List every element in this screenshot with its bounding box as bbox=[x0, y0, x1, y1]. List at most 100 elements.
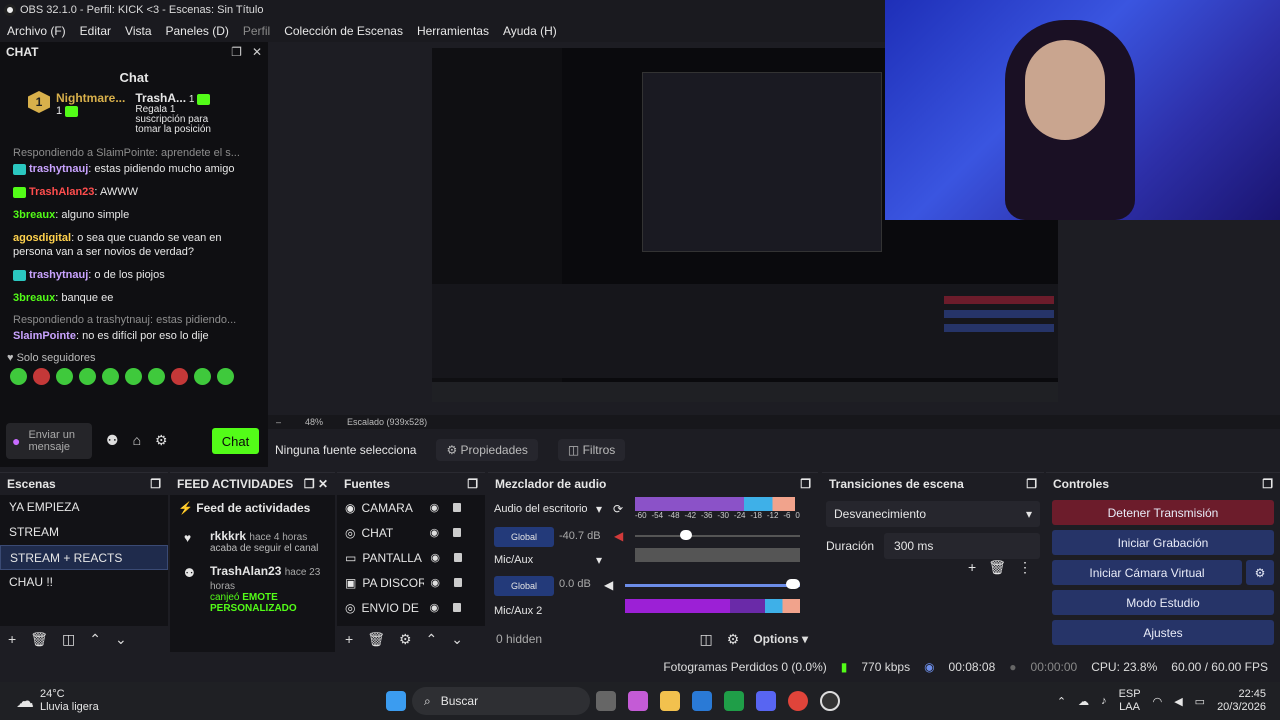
add-icon[interactable]: + bbox=[8, 631, 16, 647]
gear-icon[interactable]: ⚙ bbox=[1246, 560, 1274, 585]
excel-icon[interactable] bbox=[724, 691, 744, 711]
filters-button[interactable]: ◫ Filtros bbox=[557, 439, 626, 461]
menu-herramientas[interactable]: Herramientas bbox=[410, 24, 496, 38]
gear-icon[interactable]: ⚙ bbox=[399, 631, 412, 648]
chat-input[interactable]: ● Enviar un mensaje bbox=[6, 423, 92, 459]
float-icon[interactable]: ❐ bbox=[304, 477, 315, 491]
filter-icon[interactable]: ◫ bbox=[62, 631, 75, 648]
source-item[interactable]: ▣PA DISCORD◉ bbox=[337, 570, 485, 595]
lock-icon[interactable] bbox=[453, 603, 462, 612]
close-icon[interactable]: ✕ bbox=[252, 45, 262, 59]
chat-send-button[interactable]: Chat bbox=[212, 428, 259, 454]
zoom-minus[interactable]: – bbox=[276, 417, 281, 427]
emote-icon[interactable] bbox=[171, 368, 188, 385]
taskbar-search[interactable]: ⌕ Buscar bbox=[412, 687, 590, 715]
up-icon[interactable]: ⌃ bbox=[426, 631, 438, 648]
weather-widget[interactable]: ☁ 24°C Lluvia ligera bbox=[0, 688, 380, 714]
volume-slider[interactable] bbox=[680, 530, 692, 540]
trash-icon[interactable]: 🗑 bbox=[367, 631, 385, 648]
copilot-icon[interactable] bbox=[628, 691, 648, 711]
add-icon[interactable]: + bbox=[345, 631, 353, 647]
menu-archivo[interactable]: Archivo (F) bbox=[0, 24, 73, 38]
down-icon[interactable]: ⌄ bbox=[451, 631, 463, 648]
float-icon[interactable]: ❐ bbox=[800, 477, 811, 491]
eye-icon[interactable]: ◉ bbox=[429, 526, 439, 539]
trash-icon[interactable]: 🗑 bbox=[988, 559, 1006, 576]
scene-item[interactable]: CHAU !! bbox=[0, 570, 168, 595]
up-icon[interactable]: ⌃ bbox=[89, 631, 101, 648]
gear-icon[interactable]: ⚙ bbox=[727, 631, 740, 648]
menu-perfil[interactable]: Perfil bbox=[236, 24, 277, 38]
layout-icon[interactable]: ◫ bbox=[700, 631, 713, 648]
task-view-icon[interactable] bbox=[596, 691, 616, 711]
close-icon[interactable]: ✕ bbox=[318, 477, 328, 491]
eye-icon[interactable]: ◉ bbox=[429, 601, 439, 614]
chevron-down-icon[interactable]: ▾ bbox=[596, 502, 602, 516]
wifi-icon[interactable]: ◠ bbox=[1153, 695, 1163, 708]
scaling-label[interactable]: Escalado (939x528) bbox=[347, 417, 427, 427]
store-icon[interactable]: ⌂ bbox=[133, 432, 141, 449]
transition-select[interactable]: Desvanecimiento ▾ bbox=[826, 501, 1040, 527]
chrome-icon[interactable] bbox=[788, 691, 808, 711]
scene-item[interactable]: YA EMPIEZA bbox=[0, 495, 168, 520]
global-button[interactable]: Global bbox=[494, 527, 554, 547]
clock[interactable]: 22:45 20/3/2026 bbox=[1217, 688, 1266, 714]
onedrive-icon[interactable]: ☁ bbox=[1078, 695, 1089, 708]
source-item[interactable]: ◎ENVIO DE KI◉ bbox=[337, 595, 485, 620]
menu-coleccion[interactable]: Colección de Escenas bbox=[277, 24, 410, 38]
float-icon[interactable]: ❐ bbox=[150, 477, 161, 491]
calculator-icon[interactable] bbox=[692, 691, 712, 711]
source-item[interactable]: ◉ CAMARA ◉ bbox=[337, 495, 485, 520]
volume-icon[interactable]: ◀ bbox=[1174, 695, 1182, 708]
scene-item-selected[interactable]: STREAM + REACTS bbox=[0, 545, 168, 570]
battery-icon[interactable]: ▭ bbox=[1195, 695, 1205, 708]
obs-icon[interactable] bbox=[820, 691, 840, 711]
start-recording-button[interactable]: Iniciar Grabación bbox=[1052, 530, 1274, 555]
muted-speaker-icon[interactable]: ◀ bbox=[614, 529, 623, 543]
settings-button[interactable]: Ajustes bbox=[1052, 620, 1274, 645]
lock-icon[interactable] bbox=[453, 553, 462, 562]
chevron-down-icon[interactable]: ▾ bbox=[596, 553, 602, 567]
eye-icon[interactable]: ◉ bbox=[430, 576, 440, 589]
emote-icon[interactable] bbox=[194, 368, 211, 385]
scene-item[interactable]: STREAM bbox=[0, 520, 168, 545]
chevron-up-icon[interactable]: ⌃ bbox=[1057, 695, 1066, 708]
menu-paneles[interactable]: Paneles (D) bbox=[159, 24, 236, 38]
properties-button[interactable]: ⚙ Propiedades bbox=[436, 439, 538, 461]
options-button[interactable]: Options ▾ bbox=[753, 632, 808, 646]
float-icon[interactable]: ❐ bbox=[231, 45, 242, 59]
down-icon[interactable]: ⌄ bbox=[115, 631, 127, 648]
menu-ayuda[interactable]: Ayuda (H) bbox=[496, 24, 564, 38]
language-indicator[interactable]: ESP LAA bbox=[1119, 688, 1141, 714]
source-item[interactable]: ▭ PANTALLA ◉ bbox=[337, 545, 485, 570]
menu-vista[interactable]: Vista bbox=[118, 24, 158, 38]
menu-editar[interactable]: Editar bbox=[73, 24, 118, 38]
virtual-camera-button[interactable]: Iniciar Cámara Virtual bbox=[1052, 560, 1242, 585]
global-button[interactable]: Global bbox=[494, 576, 554, 596]
duration-input[interactable]: 300 ms bbox=[884, 533, 1040, 559]
emote-icon[interactable] bbox=[102, 368, 119, 385]
emote-icon[interactable] bbox=[125, 368, 142, 385]
float-icon[interactable]: ❐ bbox=[1262, 477, 1273, 491]
lock-icon[interactable] bbox=[453, 578, 462, 587]
source-item[interactable]: ◎ CHAT ◉ bbox=[337, 520, 485, 545]
mic-icon[interactable]: ♪ bbox=[1101, 695, 1107, 707]
float-icon[interactable]: ❐ bbox=[467, 477, 478, 491]
emote-icon[interactable] bbox=[148, 368, 165, 385]
emote-icon[interactable] bbox=[10, 368, 27, 385]
eye-icon[interactable]: ◉ bbox=[430, 551, 440, 564]
float-icon[interactable]: ❐ bbox=[1026, 477, 1037, 491]
stop-stream-button[interactable]: Detener Transmisión bbox=[1052, 500, 1274, 525]
emote-icon[interactable] bbox=[56, 368, 73, 385]
settings-icon[interactable]: ⚙ bbox=[155, 432, 168, 449]
folder-icon[interactable] bbox=[660, 691, 680, 711]
studio-mode-button[interactable]: Modo Estudio bbox=[1052, 590, 1274, 615]
add-icon[interactable]: + bbox=[968, 559, 976, 576]
trash-icon[interactable]: 🗑 bbox=[30, 631, 48, 648]
lock-icon[interactable] bbox=[453, 503, 462, 512]
more-icon[interactable]: ⋮ bbox=[1018, 559, 1032, 576]
mic-icon[interactable]: ● bbox=[12, 433, 20, 449]
eye-icon[interactable]: ◉ bbox=[429, 501, 439, 514]
speaker-icon[interactable]: ◀ bbox=[604, 578, 613, 592]
monitor-icon[interactable]: ⟳ bbox=[613, 502, 623, 516]
